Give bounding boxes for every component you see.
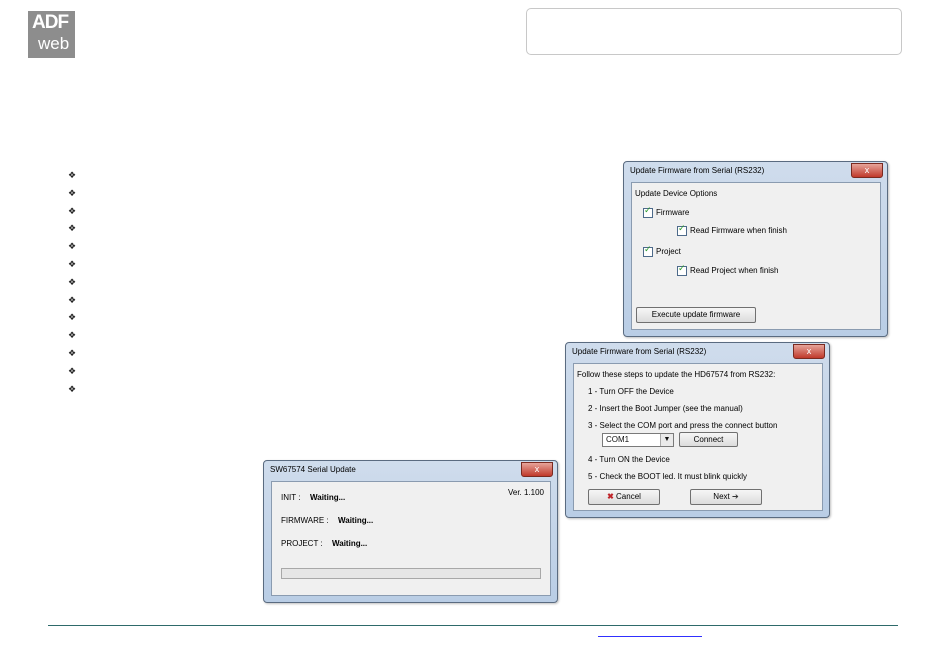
footer-divider [48, 625, 898, 626]
close-icon[interactable]: x [521, 462, 553, 477]
bullet-icon: ❖ [68, 366, 77, 377]
step-5: 5 - Check the BOOT led. It must blink qu… [588, 472, 748, 481]
cancel-button[interactable]: ✖ Cancel [588, 489, 660, 505]
progress-bar [281, 568, 541, 579]
bullet-icon: ❖ [68, 188, 77, 199]
next-arrow-icon: ➔ [731, 492, 739, 501]
chevron-down-icon: ▼ [660, 434, 673, 446]
logo-line2: web [38, 34, 70, 53]
dialog-titlebar: Update Firmware from Serial (RS232) x [624, 162, 887, 182]
firmware-label: FIRMWARE : [281, 516, 329, 525]
read-project-label: Read Project when finish [690, 266, 779, 275]
update-steps-dialog: Update Firmware from Serial (RS232) x Fo… [565, 342, 830, 518]
connect-button[interactable]: Connect [679, 432, 738, 447]
bullet-icon: ❖ [68, 277, 77, 288]
firmware-status: Waiting... [338, 516, 374, 525]
header-box [526, 8, 902, 55]
dialog-client: Follow these steps to update the HD67574… [573, 363, 823, 511]
step-2: 2 - Insert the Boot Jumper (see the manu… [588, 404, 743, 413]
cancel-x-icon: ✖ [607, 492, 614, 501]
bullet-icon: ❖ [68, 224, 77, 235]
read-firmware-checkbox[interactable] [677, 224, 687, 236]
dialog-title: Update Firmware from Serial (RS232) [630, 166, 765, 175]
read-firmware-label: Read Firmware when finish [690, 226, 787, 235]
bullet-icon: ❖ [68, 206, 77, 217]
bullet-icon: ❖ [68, 259, 77, 270]
group-label: Update Device Options [635, 189, 718, 198]
execute-update-button[interactable]: Execute update firmware [636, 307, 756, 323]
dialog-titlebar: SW67574 Serial Update x [264, 461, 557, 481]
firmware-label: Firmware [656, 208, 690, 217]
dialog-titlebar: Update Firmware from Serial (RS232) x [566, 343, 829, 363]
steps-intro: Follow these steps to update the HD67574… [577, 370, 776, 379]
step-4: 4 - Turn ON the Device [588, 455, 670, 464]
next-button[interactable]: Next ➔ [690, 489, 762, 505]
serial-update-dialog: SW67574 Serial Update x Ver. 1.100 INIT … [263, 460, 558, 603]
bullet-icon: ❖ [68, 242, 77, 253]
footer-link-underline[interactable] [598, 636, 702, 637]
project-status: Waiting... [332, 539, 368, 548]
bullet-icon: ❖ [68, 384, 77, 395]
dialog-title: SW67574 Serial Update [270, 465, 356, 474]
project-label: Project [656, 247, 681, 256]
update-options-dialog: Update Firmware from Serial (RS232) x Up… [623, 161, 888, 337]
bullet-icon: ❖ [68, 313, 77, 324]
dialog-client: Ver. 1.100 INIT : Waiting... FIRMWARE : … [271, 481, 551, 596]
project-checkbox[interactable] [643, 245, 653, 257]
com-port-value: COM1 [606, 435, 630, 444]
step-1: 1 - Turn OFF the Device [588, 387, 674, 396]
close-icon[interactable]: x [851, 163, 883, 178]
bullet-icon: ❖ [68, 348, 77, 359]
adfweb-logo: ADF web [28, 11, 75, 58]
step-3: 3 - Select the COM port and press the co… [588, 421, 778, 430]
firmware-checkbox[interactable] [643, 206, 653, 218]
dialog-client: Update Device Options Firmware Read Firm… [631, 182, 881, 330]
close-icon[interactable]: x [793, 344, 825, 359]
project-label: PROJECT : [281, 539, 323, 548]
init-label: INIT : [281, 493, 301, 502]
init-status: Waiting... [310, 493, 346, 502]
bullet-icon: ❖ [68, 295, 77, 306]
com-port-select[interactable]: COM1 ▼ [602, 433, 674, 447]
read-project-checkbox[interactable] [677, 264, 687, 276]
dialog-title: Update Firmware from Serial (RS232) [572, 347, 707, 356]
cancel-label: Cancel [616, 492, 641, 501]
version-label: Ver. 1.100 [507, 488, 544, 497]
bullet-icon: ❖ [68, 331, 77, 342]
next-label: Next [713, 492, 730, 501]
bullet-icon: ❖ [68, 171, 77, 181]
logo-line1: ADF [32, 12, 69, 33]
